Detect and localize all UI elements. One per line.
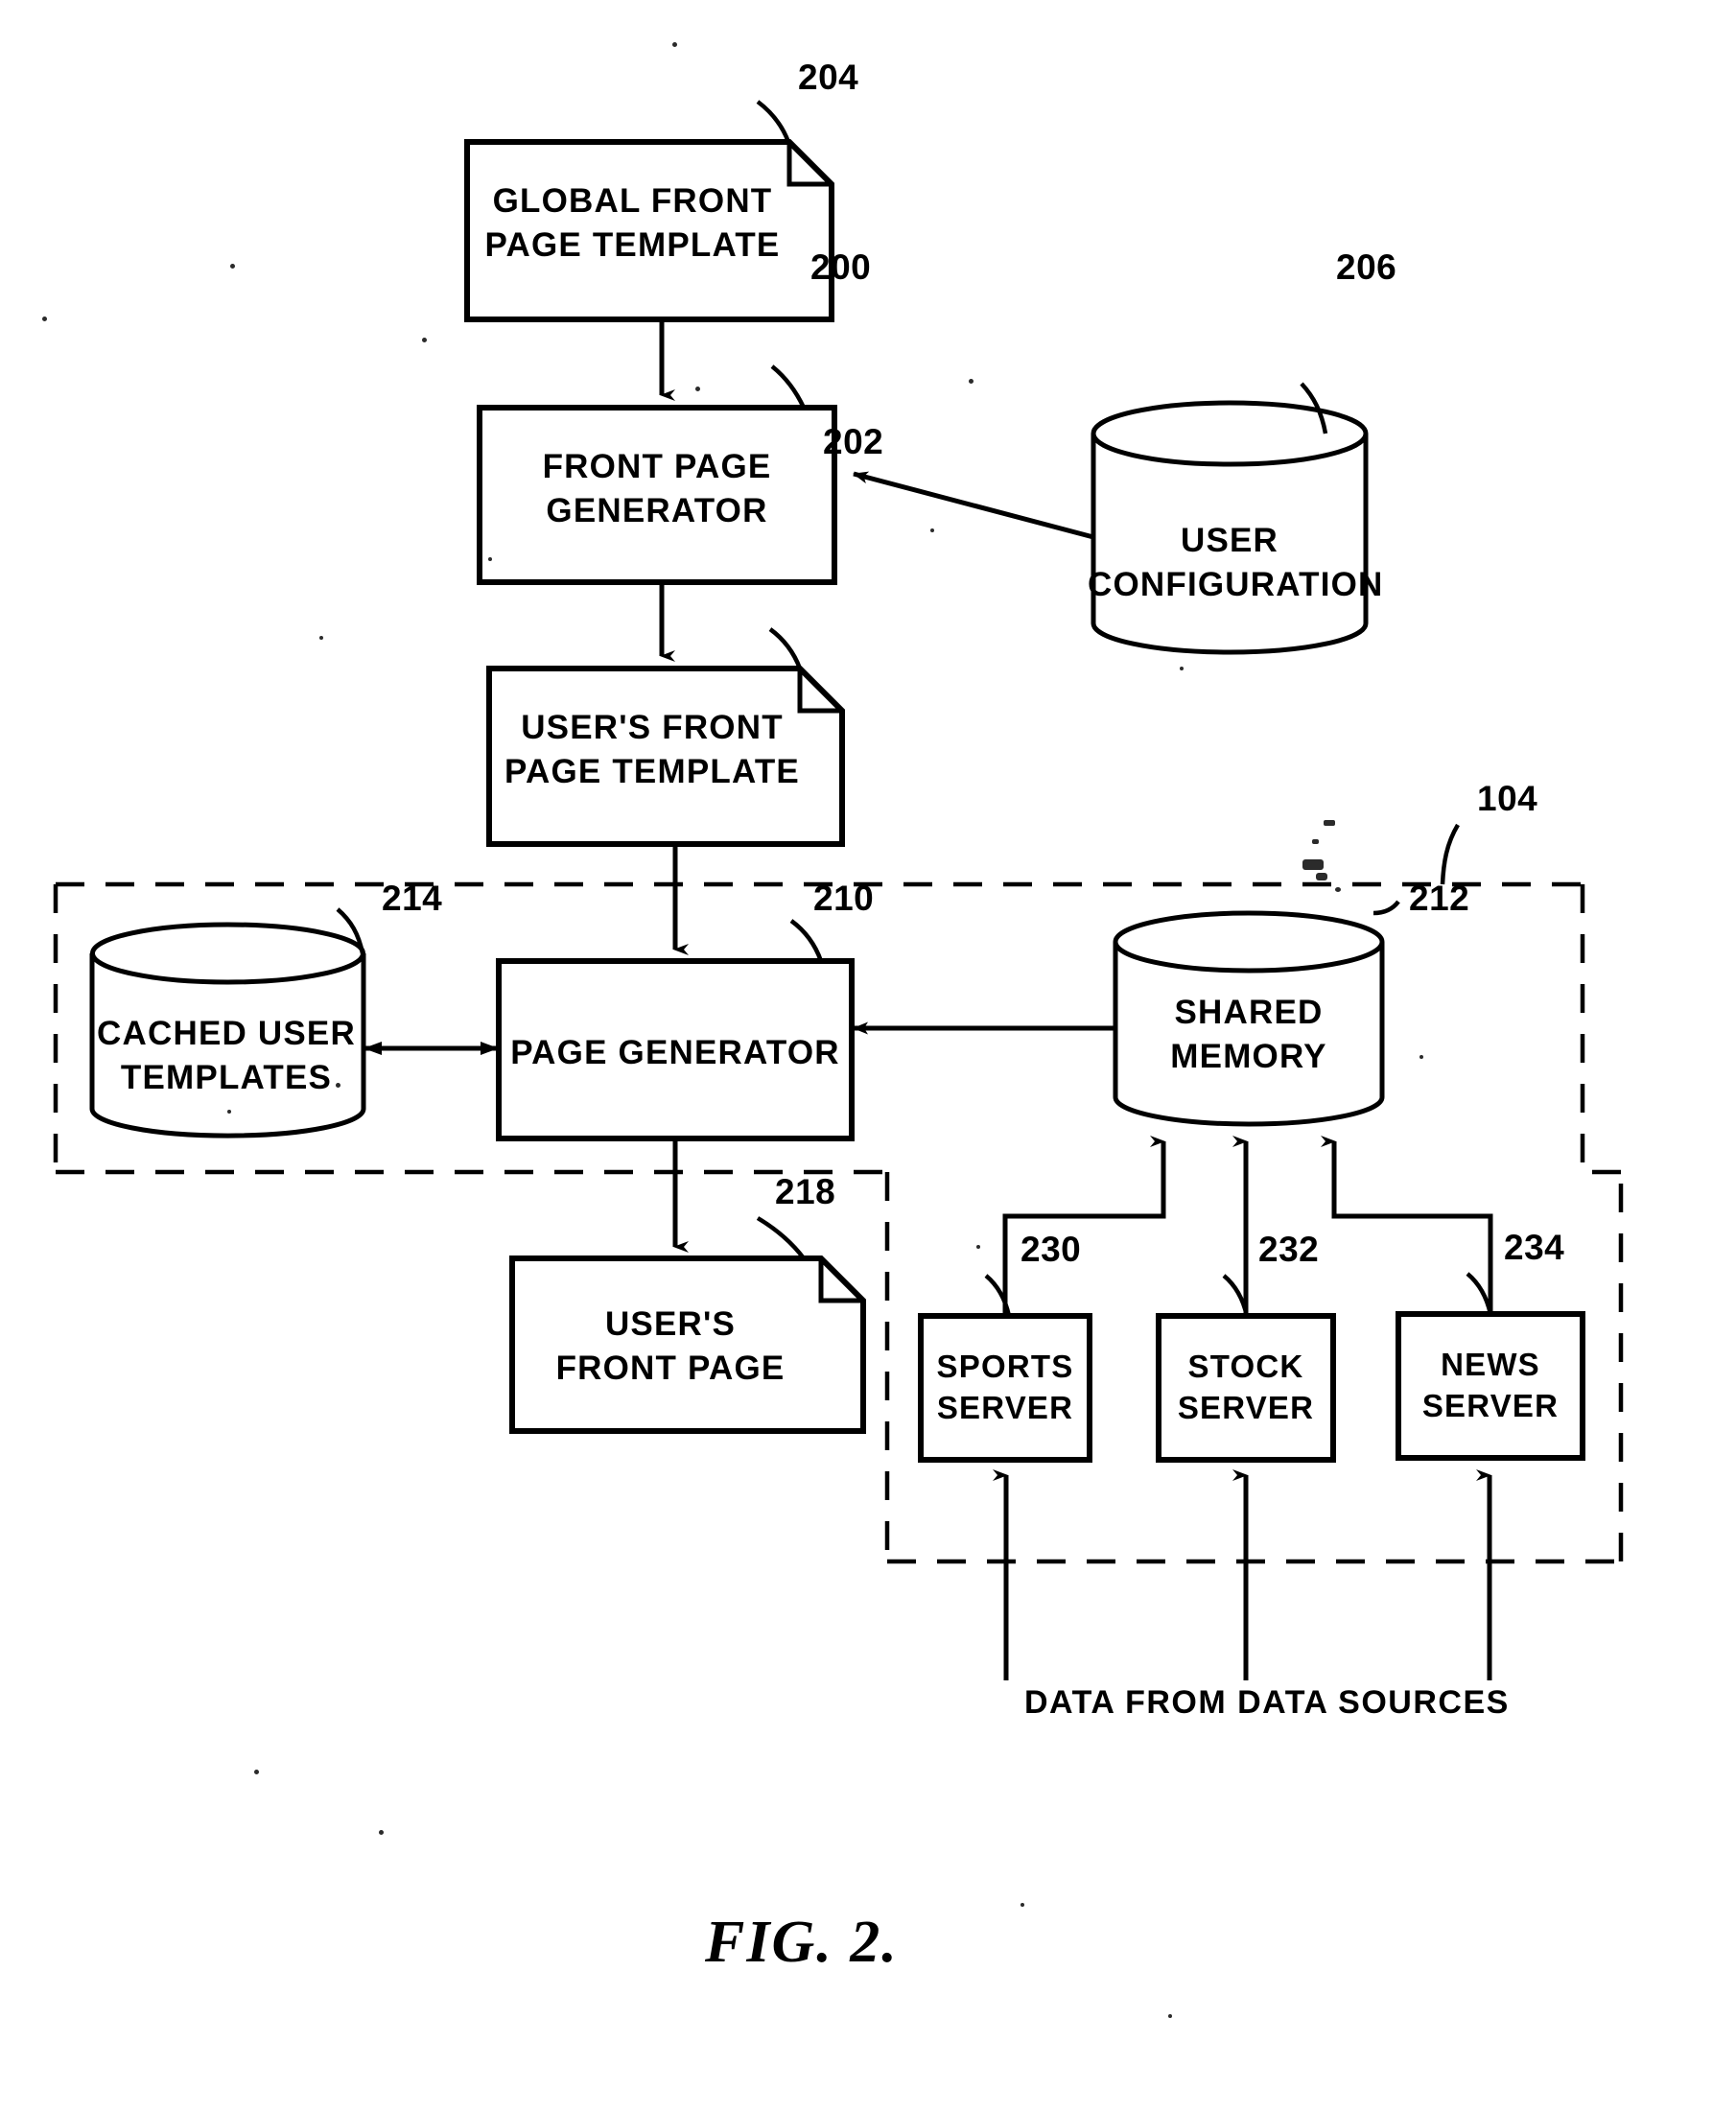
scan-speck (336, 1083, 340, 1088)
edges-data-sources-to-servers (993, 1469, 1492, 1680)
scan-speck (422, 338, 427, 342)
scan-speck (379, 1830, 384, 1835)
ref-numeral-214: 214 (382, 879, 443, 918)
scan-speck (969, 379, 974, 384)
ref-numeral-212: 212 (1409, 879, 1470, 918)
scan-speck (1419, 1055, 1423, 1059)
scan-speck (254, 1770, 259, 1774)
node-global-front-page-template[interactable] (464, 100, 834, 322)
edge-cached-templates-page-generator (364, 1042, 499, 1055)
node-users-front-page-template[interactable] (486, 627, 845, 847)
scan-speck (695, 387, 700, 391)
node-page-generator[interactable] (496, 919, 855, 1141)
node-shared-memory[interactable] (1113, 900, 1400, 1127)
data-sources-label: DATA FROM DATA SOURCES (1024, 1684, 1510, 1721)
scan-speck (42, 317, 47, 321)
figure-canvas (53, 100, 1624, 1680)
scan-speck (1020, 1903, 1024, 1907)
scan-speck (1324, 820, 1335, 826)
scan-speck (488, 557, 492, 561)
scan-speck (976, 1245, 980, 1249)
ref-numeral-210: 210 (813, 879, 875, 918)
ref-numeral-200: 200 (810, 247, 872, 287)
scan-speck (1218, 1357, 1222, 1361)
scan-speck (1168, 2014, 1172, 2018)
ref-numeral-218: 218 (775, 1172, 836, 1211)
scan-speck (1335, 887, 1341, 892)
ref-numeral-104: 104 (1477, 779, 1538, 818)
node-front-page-generator[interactable] (477, 364, 837, 585)
ref-numeral-234: 234 (1504, 1228, 1565, 1267)
node-cached-user-templates[interactable] (89, 907, 366, 1138)
node-sports-server[interactable] (918, 1274, 1092, 1463)
scan-speck (1316, 873, 1327, 880)
ref-numeral-232: 232 (1258, 1230, 1320, 1269)
node-users-front-page[interactable] (509, 1216, 866, 1434)
scan-speck (930, 528, 934, 532)
figure-caption: FIG. 2. (705, 1910, 899, 1975)
scan-speck (1312, 839, 1319, 844)
scan-speck (319, 636, 323, 640)
edge-user-configuration-to-front-page-generator (853, 471, 1094, 540)
scan-speck (230, 264, 235, 269)
ref-numeral-204: 204 (798, 58, 859, 97)
scan-speck (227, 1110, 231, 1114)
scan-speck (1180, 667, 1184, 670)
ref-numeral-230: 230 (1020, 1230, 1082, 1269)
edges-servers-to-shared-memory (1002, 1136, 1493, 1316)
ref-numeral-202: 202 (823, 422, 884, 461)
node-user-configuration[interactable] (1091, 382, 1369, 655)
scan-speck (672, 42, 677, 47)
scan-speck (1302, 859, 1324, 870)
ref-numeral-206: 206 (1336, 247, 1397, 287)
patent-figure-page: GLOBAL FRONT PAGE TEMPLATE FRONT PAGE GE… (0, 0, 1736, 2112)
